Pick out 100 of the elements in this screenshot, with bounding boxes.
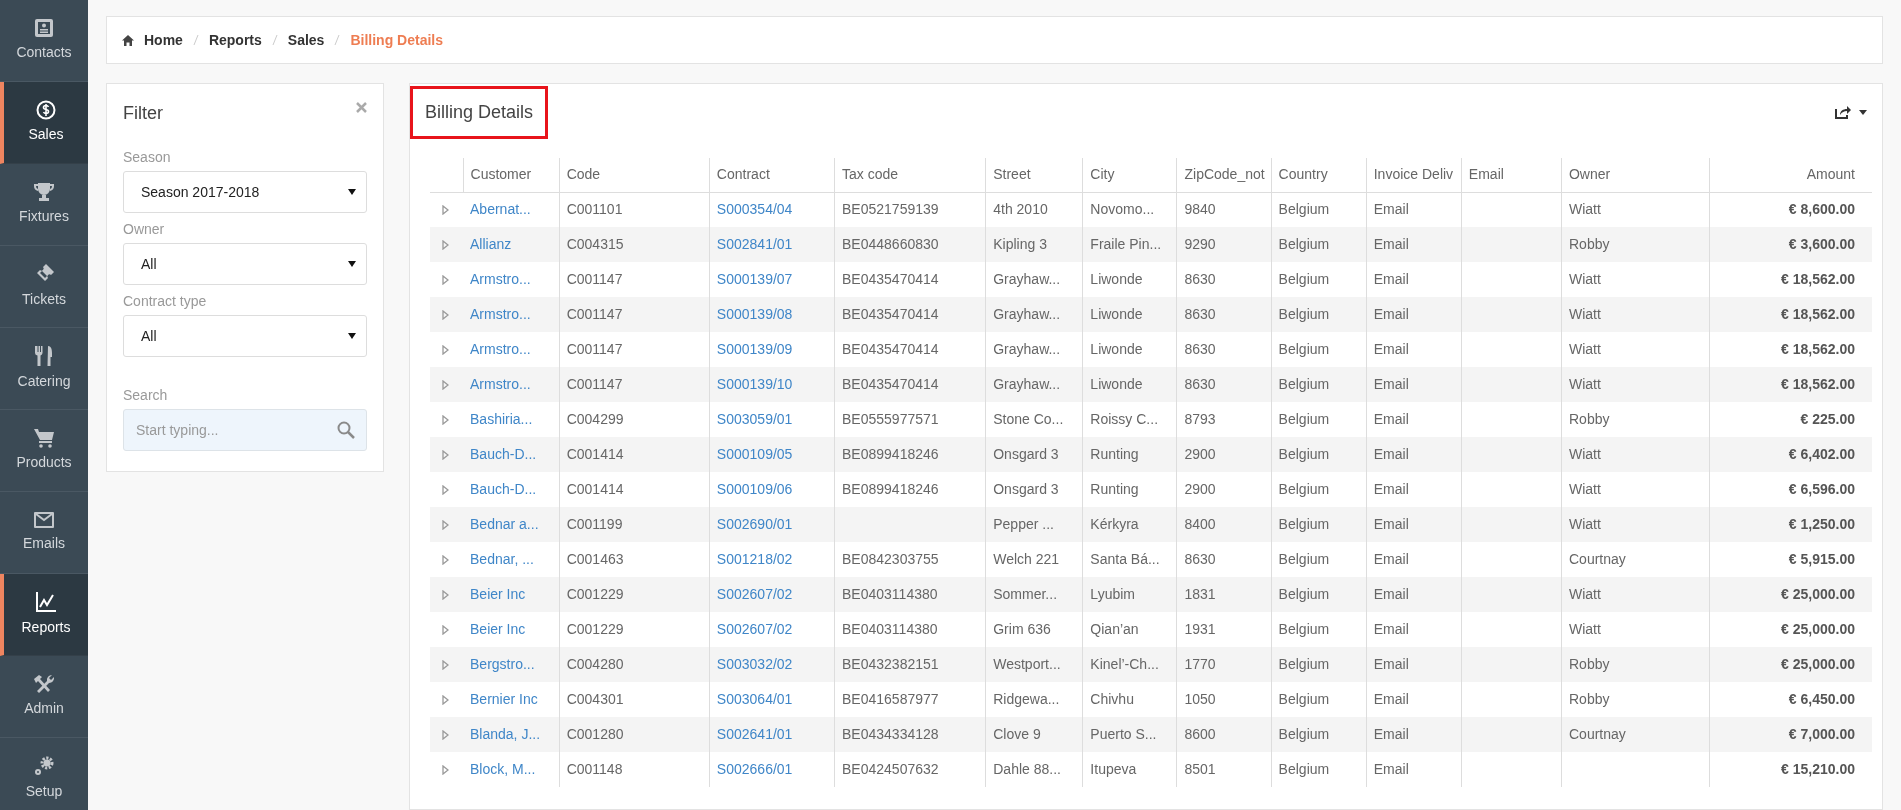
breadcrumb-link[interactable]: Home [144,29,183,51]
contract-link[interactable]: S000139/09 [716,341,793,357]
column-header[interactable]: Customer [463,158,560,192]
customer-link[interactable]: Block, M... [470,761,536,777]
table-cell: C001101 [566,201,623,218]
contract-link[interactable]: S002607/02 [716,586,793,602]
select-dropdown[interactable]: All [123,315,367,357]
contract-link[interactable]: S003064/01 [716,691,793,707]
sidebar-item[interactable]: Catering [0,328,88,410]
sidebar-item[interactable]: Fixtures [0,164,88,246]
export-button[interactable] [1835,105,1867,119]
column-header[interactable]: Contract [709,158,835,192]
contract-link[interactable]: S000354/04 [716,201,793,218]
table-cell: Fraile Pin... [1090,236,1162,252]
customer-link[interactable]: Beier Inc [470,621,526,637]
table-cell: C004301 [566,691,624,707]
expand-toggle-icon[interactable] [442,764,449,775]
contract-link[interactable]: S000139/07 [716,271,793,287]
contract-link[interactable]: S000109/06 [716,481,793,497]
contract-link[interactable]: S000139/08 [716,306,793,322]
expand-toggle-icon[interactable] [442,414,449,425]
table-cell: Liwonde [1090,341,1143,357]
sidebar-item[interactable]: Reports [0,574,88,656]
customer-link[interactable]: Bauch-D... [470,481,537,497]
breadcrumb-link[interactable]: Reports [208,29,262,51]
customer-link[interactable]: Armstro... [470,376,531,392]
customer-link[interactable]: Bednar a... [470,516,539,532]
expand-toggle-icon[interactable] [442,344,449,355]
close-icon[interactable] [356,102,367,113]
expand-toggle-icon[interactable] [442,659,449,670]
customer-link[interactable]: Bergstro... [470,656,535,672]
breadcrumb-link[interactable]: Billing Details [350,29,443,51]
table-cell: BE0435470414 [842,306,939,322]
table-cell: Runting [1090,446,1139,462]
customer-link[interactable]: Allianz [470,236,512,252]
customer-link[interactable]: Bednar, ... [470,551,534,567]
contract-link[interactable]: S002690/01 [716,516,793,532]
customer-link[interactable]: Blanda, J... [470,726,541,742]
expand-toggle-icon[interactable] [442,379,449,390]
customer-link[interactable]: Armstro... [470,271,531,287]
search-field[interactable]: Start typing... [123,409,367,451]
expand-toggle-icon[interactable] [442,589,449,600]
slash-separator-icon [271,34,278,46]
customer-link[interactable]: Armstro... [470,341,531,357]
contract-link[interactable]: S002841/01 [716,236,793,252]
table-cell: Belgium [1278,306,1330,322]
table-cell: Clove 9 [993,726,1041,742]
column-header[interactable]: Owner [1561,158,1710,192]
expand-toggle-icon[interactable] [442,239,449,250]
column-header[interactable]: City [1082,158,1177,192]
column-header[interactable]: Street [985,158,1083,192]
expand-toggle-icon[interactable] [442,694,449,705]
sidebar-item[interactable]: Products [0,410,88,492]
expand-toggle-icon[interactable] [442,204,449,215]
sidebar-item[interactable]: Setup [0,738,88,810]
column-header[interactable]: Invoice Deliv [1366,158,1462,192]
column-header[interactable]: Amount [1709,158,1872,192]
expand-toggle-icon[interactable] [442,554,449,565]
contract-link[interactable]: S001218/02 [716,551,793,567]
table-cell: Wiatt [1569,446,1601,462]
sidebar-item[interactable]: Admin [0,656,88,738]
contract-link[interactable]: S003032/02 [716,656,793,672]
contract-link[interactable]: S000139/10 [716,376,793,392]
expand-toggle-icon[interactable] [442,274,449,285]
customer-link[interactable]: Beier Inc [470,586,526,602]
contract-link[interactable]: S002666/01 [716,761,793,777]
customer-link[interactable]: Abernat... [470,201,531,218]
table-cell: € 8,600.00 [1788,201,1855,218]
column-header[interactable]: Email [1461,158,1562,192]
sidebar-item[interactable]: Tickets [0,246,88,328]
customer-link[interactable]: Bashiria... [470,411,533,427]
select-dropdown[interactable]: Season 2017-2018 [123,171,367,213]
table-cell: 8630 [1184,341,1216,357]
contract-link[interactable]: S002607/02 [716,621,793,637]
expand-toggle-icon[interactable] [442,624,449,635]
contract-link[interactable]: S003059/01 [716,411,793,427]
table-cell: BE0416587977 [842,691,939,707]
contract-link[interactable]: S002641/01 [716,726,793,742]
table-cell: 8630 [1184,551,1216,567]
expand-toggle-icon[interactable] [442,484,449,495]
table-cell: 2900 [1184,446,1216,462]
column-header[interactable]: ZipCode_not [1177,158,1272,192]
column-header[interactable]: Country [1271,158,1367,192]
table-cell: Email [1373,201,1409,218]
select-dropdown[interactable]: All [123,243,367,285]
table-cell: Email [1373,586,1409,602]
table-cell: Novomo... [1090,201,1155,218]
column-header[interactable]: Tax code [834,158,986,192]
customer-link[interactable]: Armstro... [470,306,531,322]
expand-toggle-icon[interactable] [442,449,449,460]
breadcrumb-link[interactable]: Sales [287,29,325,51]
expand-toggle-icon[interactable] [442,309,449,320]
table-cell: Kinel’-Ch... [1090,656,1159,672]
expand-toggle-icon[interactable] [442,729,449,740]
customer-link[interactable]: Bauch-D... [470,446,537,462]
customer-link[interactable]: Bernier Inc [470,691,538,707]
contract-link[interactable]: S000109/05 [716,446,793,462]
expand-toggle-icon[interactable] [442,519,449,530]
column-header[interactable]: Code [559,158,710,192]
sidebar-item[interactable]: Sales [0,82,88,164]
